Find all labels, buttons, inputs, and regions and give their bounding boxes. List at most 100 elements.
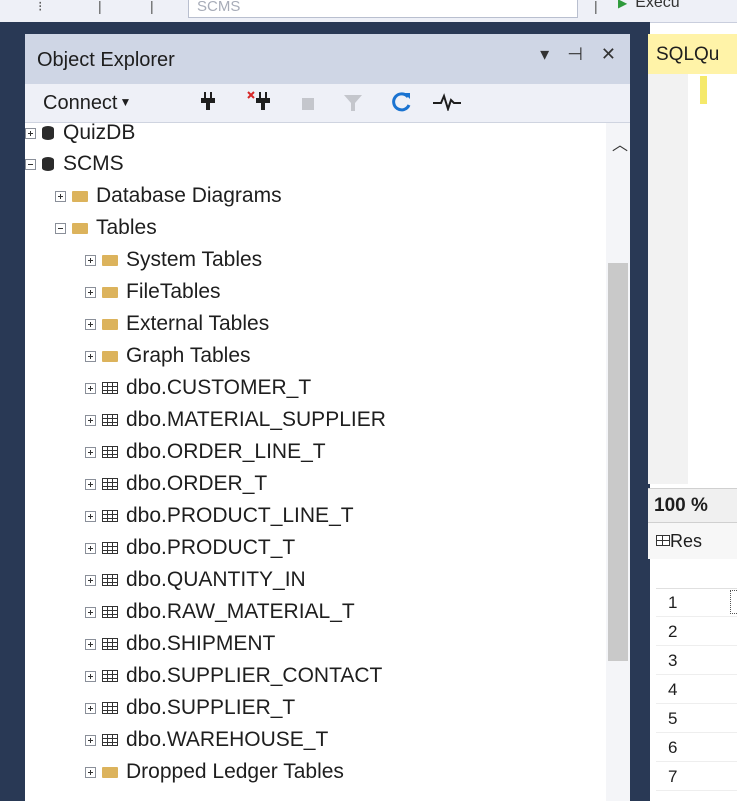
- folder-icon: [102, 766, 118, 778]
- activity-monitor-icon[interactable]: [433, 93, 461, 117]
- expand-icon[interactable]: [85, 606, 96, 618]
- tree-node-table[interactable]: dbo.WAREHOUSE_T: [85, 725, 328, 755]
- execute-label: Execu: [635, 0, 680, 11]
- tree-node-label: Graph Tables: [126, 344, 251, 367]
- tree-node-table[interactable]: dbo.PRODUCT_LINE_T: [85, 501, 354, 531]
- tree-node-label: Database Diagrams: [96, 184, 282, 207]
- tree-node-label: dbo.PRODUCT_T: [126, 536, 296, 559]
- tree-node-table[interactable]: dbo.CUSTOMER_T: [85, 373, 311, 403]
- table-icon: [102, 510, 118, 522]
- tree-node-label: Dropped Ledger Tables: [126, 760, 344, 783]
- row-number: 1: [668, 593, 678, 612]
- grid-icon: [656, 535, 670, 546]
- tree-node-table[interactable]: dbo.RAW_MATERIAL_T: [85, 597, 355, 627]
- results-grid[interactable]: 1 2 3 4 5 6 7: [656, 560, 737, 801]
- tree-node-label: dbo.SHIPMENT: [126, 632, 276, 655]
- expand-icon[interactable]: [85, 478, 96, 490]
- results-row[interactable]: 3: [656, 646, 737, 675]
- expand-icon[interactable]: [85, 734, 96, 746]
- toolbar-icon[interactable]: ⁝: [38, 0, 42, 15]
- expand-icon[interactable]: [85, 542, 96, 554]
- tree-node-table[interactable]: dbo.ORDER_LINE_T: [85, 437, 326, 467]
- available-databases-combo[interactable]: SCMS: [188, 0, 578, 18]
- tree-node-label: FileTables: [126, 280, 221, 303]
- tree-node-label: dbo.CUSTOMER_T: [126, 376, 312, 399]
- expand-icon[interactable]: [85, 510, 96, 522]
- refresh-icon[interactable]: [391, 91, 413, 119]
- pin-icon[interactable]: ⊣: [567, 44, 583, 64]
- results-row[interactable]: 1: [656, 588, 737, 617]
- results-row[interactable]: 2: [656, 617, 737, 646]
- collapse-icon[interactable]: [25, 158, 36, 170]
- tree-node-graph-tables[interactable]: Graph Tables: [85, 341, 251, 371]
- tree-node-tables[interactable]: Tables: [55, 213, 157, 243]
- row-number: 2: [668, 622, 678, 641]
- query-editor[interactable]: [648, 74, 737, 484]
- expand-icon[interactable]: [85, 766, 96, 778]
- database-icon: [42, 126, 54, 140]
- tree-node-table[interactable]: dbo.QUANTITY_IN: [85, 565, 306, 595]
- expand-icon[interactable]: [85, 254, 96, 266]
- play-icon: ▶: [618, 0, 628, 10]
- expand-icon[interactable]: [85, 382, 96, 394]
- connect-button[interactable]: Connect ▼: [43, 92, 131, 115]
- results-row[interactable]: 5: [656, 704, 737, 733]
- tree-node-table[interactable]: dbo.ORDER_T: [85, 469, 267, 499]
- scroll-up-icon[interactable]: ︿: [612, 131, 628, 155]
- expand-icon[interactable]: [85, 670, 96, 682]
- connect-icon[interactable]: [200, 90, 216, 118]
- close-icon[interactable]: ✕: [601, 44, 616, 64]
- window-position-dropdown-icon[interactable]: ▾: [540, 44, 549, 64]
- folder-icon: [72, 190, 88, 202]
- expand-icon[interactable]: [85, 414, 96, 426]
- connect-label: Connect: [43, 92, 118, 114]
- execute-button[interactable]: ▶ Execu: [618, 0, 680, 12]
- tree-node-dropped-ledger-tables[interactable]: Dropped Ledger Tables: [85, 757, 344, 787]
- tree-node-table[interactable]: dbo.PRODUCT_T: [85, 533, 295, 563]
- object-explorer-title: Object Explorer: [37, 49, 175, 71]
- tree-node-external-tables[interactable]: External Tables: [85, 309, 269, 339]
- expand-icon[interactable]: [85, 638, 96, 650]
- tree-node-table[interactable]: dbo.SUPPLIER_CONTACT: [85, 661, 382, 691]
- tree-node-label: dbo.SUPPLIER_CONTACT: [126, 664, 383, 687]
- disconnect-icon[interactable]: [247, 90, 271, 118]
- scrollbar-thumb[interactable]: [608, 263, 628, 661]
- folder-icon: [102, 318, 118, 330]
- tree-node-table[interactable]: dbo.MATERIAL_SUPPLIER: [85, 405, 386, 435]
- expand-icon[interactable]: [85, 446, 96, 458]
- object-explorer-panel: Object Explorer ▾ ⊣ ✕ Connect ▼ QuizDB S…: [25, 34, 630, 801]
- tree-node-filetables[interactable]: FileTables: [85, 277, 221, 307]
- zoom-label: 100 %: [654, 495, 708, 516]
- results-row[interactable]: 4: [656, 675, 737, 704]
- window-frame-divider: [630, 22, 648, 801]
- expand-icon[interactable]: [85, 350, 96, 362]
- tree-node-quizdb[interactable]: QuizDB: [25, 123, 135, 148]
- stop-icon[interactable]: [301, 95, 315, 117]
- results-tab[interactable]: Res: [648, 522, 737, 559]
- filter-icon[interactable]: [343, 93, 363, 119]
- results-row[interactable]: 7: [656, 762, 737, 791]
- query-editor-tab[interactable]: SQLQu: [648, 34, 737, 74]
- tree-node-label: dbo.PRODUCT_LINE_T: [126, 504, 354, 527]
- zoom-level[interactable]: 100 %: [648, 488, 737, 523]
- expand-icon[interactable]: [55, 190, 66, 202]
- tree-node-label: dbo.ORDER_LINE_T: [126, 440, 326, 463]
- tree-node-table[interactable]: dbo.SUPPLIER_T: [85, 693, 295, 723]
- tree-node-system-tables[interactable]: System Tables: [85, 245, 262, 275]
- expand-icon[interactable]: [85, 574, 96, 586]
- expand-icon[interactable]: [25, 127, 36, 139]
- expand-icon[interactable]: [85, 286, 96, 298]
- table-icon: [102, 574, 118, 586]
- table-icon: [102, 702, 118, 714]
- collapse-icon[interactable]: [55, 222, 66, 234]
- tree-node-label: QuizDB: [63, 123, 136, 144]
- tree-node-scms[interactable]: SCMS: [25, 149, 124, 179]
- tree-node-table[interactable]: dbo.SHIPMENT: [85, 629, 275, 659]
- tree-scrollbar[interactable]: ︿: [606, 123, 630, 801]
- expand-icon[interactable]: [85, 702, 96, 714]
- results-row[interactable]: 6: [656, 733, 737, 762]
- tree-node-database-diagrams[interactable]: Database Diagrams: [55, 181, 282, 211]
- table-icon: [102, 638, 118, 650]
- expand-icon[interactable]: [85, 318, 96, 330]
- main-toolbar: ⁝ | | SCMS | ▶ Execu: [0, 0, 737, 23]
